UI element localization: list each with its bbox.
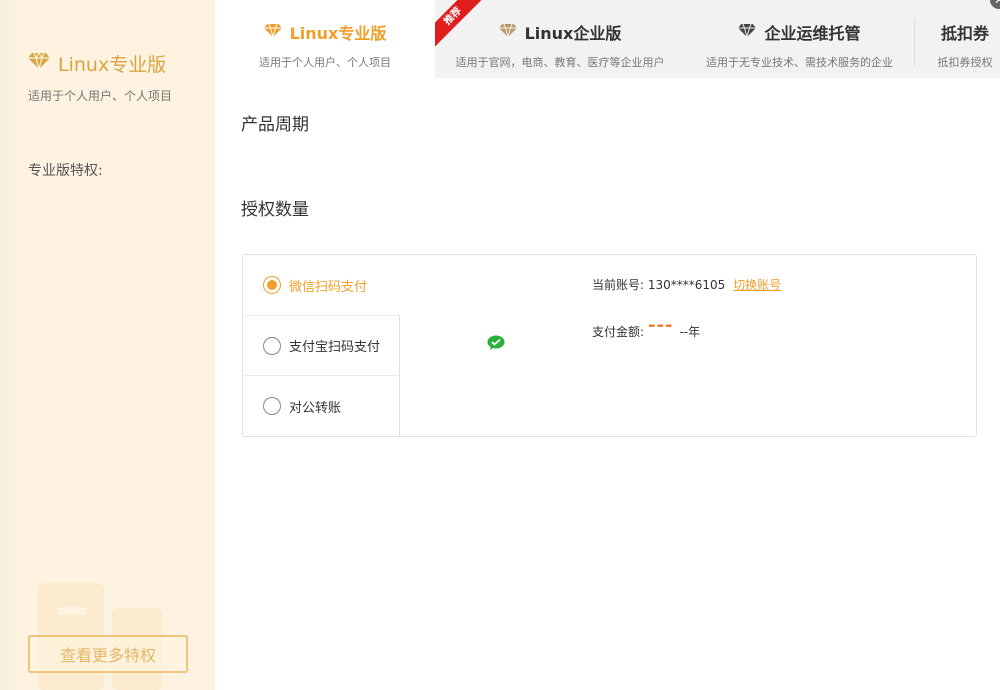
- amount-label: 支付金额:: [592, 325, 645, 339]
- left-panel-subtitle: 适用于个人用户、个人项目: [28, 89, 173, 103]
- left-panel-edge: [0, 0, 20, 690]
- tab-label: Linux企业版: [524, 24, 622, 43]
- payment-option-label: 对公转账: [289, 400, 342, 416]
- diamond-icon: [28, 51, 50, 75]
- radio-selected-icon[interactable]: [263, 276, 281, 294]
- tab-label: Linux专业版: [289, 24, 387, 43]
- payment-option-alipay[interactable]: 支付宝扫码支付: [243, 315, 400, 375]
- payment-option-label: 支付宝扫码支付: [289, 340, 381, 355]
- radio-icon[interactable]: [263, 336, 281, 355]
- recommended-badge: 推荐: [435, 0, 483, 48]
- recommended-ribbon: 推荐: [435, 0, 483, 48]
- view-more-privileges-button[interactable]: 查看更多特权: [28, 635, 188, 673]
- wechat-icon: [487, 335, 505, 351]
- payment-option-wechat[interactable]: 微信扫码支付: [243, 255, 400, 315]
- diamond-icon: [738, 23, 757, 42]
- payment-method-list: 微信扫码支付 支付宝扫码支付 对公转账: [243, 255, 400, 436]
- product-cycle-label: 产品周期: [241, 115, 309, 135]
- payment-option-bank-transfer[interactable]: 对公转账: [243, 375, 400, 436]
- diamond-icon: [263, 23, 282, 42]
- tab-label: 抵扣券: [940, 24, 989, 43]
- payment-amount-line: 支付金额: --- --年: [592, 315, 701, 342]
- left-panel-title: Linux专业版: [28, 50, 166, 77]
- account-label: 当前账号:: [592, 278, 645, 292]
- close-icon: ✕: [993, 0, 1000, 7]
- privileges-label: 专业版特权:: [28, 163, 103, 179]
- payment-panel: 微信扫码支付 支付宝扫码支付 对公转账 当前账号: 130****6105 切换…: [242, 254, 977, 437]
- amount-unit: --年: [679, 325, 701, 339]
- payment-dialog: Linux专业版 适用于个人用户、个人项目 专业版特权: 查看更多特权 Linu…: [0, 0, 1000, 690]
- left-panel: Linux专业版 适用于个人用户、个人项目 专业版特权: 查看更多特权: [0, 0, 215, 690]
- current-account-line: 当前账号: 130****6105 切换账号: [592, 276, 781, 293]
- amount-value: ---: [648, 315, 674, 336]
- tab-ops-hosting[interactable]: 企业运维托管 适用于无专业技术、需技术服务的企业: [685, 0, 914, 78]
- tab-linux-pro[interactable]: Linux专业版 适用于个人用户、个人项目: [215, 0, 435, 78]
- tab-label: 企业运维托管: [764, 24, 861, 43]
- radio-icon[interactable]: [263, 397, 281, 415]
- edition-tabs: Linux专业版 适用于个人用户、个人项目 Linux企业版 适用于官网，电商、…: [215, 0, 1000, 78]
- tab-description: 适用于官网，电商、教育、医疗等企业用户: [455, 56, 665, 69]
- left-panel-title-text: Linux专业版: [58, 54, 167, 76]
- tab-description: 适用于无专业技术、需技术服务的企业: [706, 56, 893, 69]
- diamond-icon: [498, 23, 517, 42]
- tab-coupon[interactable]: 抵扣券 抵扣券授权: [915, 0, 1000, 78]
- account-value: 130****6105: [647, 278, 726, 292]
- switch-account-link[interactable]: 切换账号: [733, 278, 781, 292]
- tab-description: 抵扣券授权: [937, 56, 993, 69]
- tab-description: 适用于个人用户、个人项目: [259, 56, 391, 69]
- payment-option-label: 微信扫码支付: [289, 279, 368, 295]
- license-count-label: 授权数量: [241, 200, 309, 220]
